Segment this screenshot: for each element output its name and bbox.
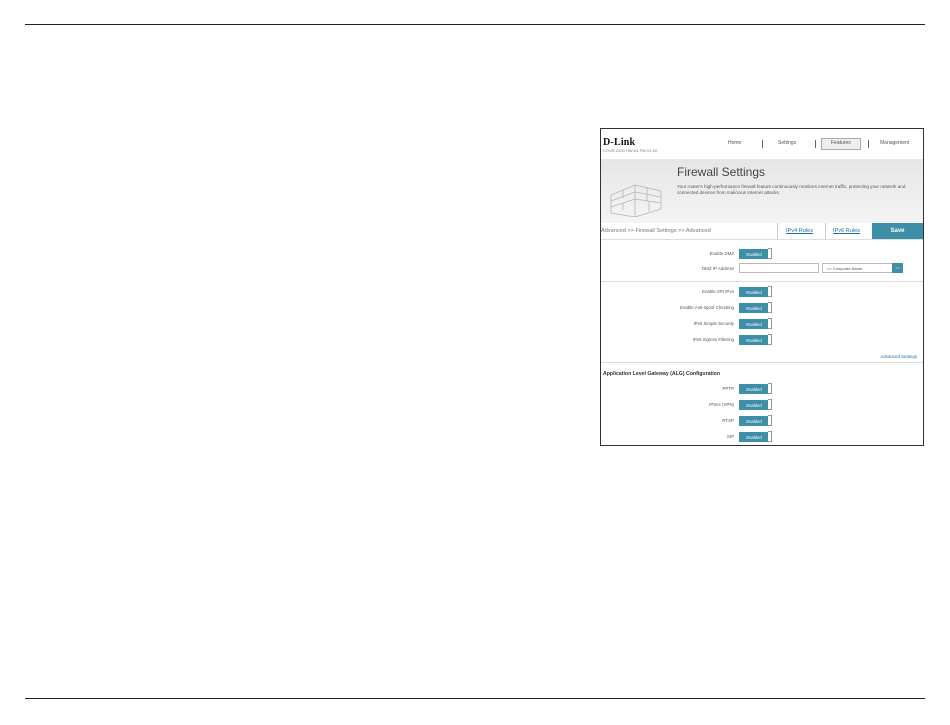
anti-spoof-toggle[interactable]: Enabled bbox=[739, 302, 772, 313]
sip-label: SIP bbox=[726, 434, 734, 439]
nav-settings[interactable]: Settings bbox=[778, 140, 796, 146]
toggle-knob bbox=[768, 399, 772, 410]
toggle-knob bbox=[768, 334, 772, 345]
select-value: << Computer Name bbox=[827, 266, 863, 271]
divider bbox=[601, 239, 923, 240]
rtsp-toggle[interactable]: Enabled bbox=[739, 415, 772, 426]
nav-home[interactable]: Home bbox=[728, 140, 741, 146]
toggle-state: Enabled bbox=[739, 432, 769, 442]
advanced-settings-link[interactable]: Advanced Settings bbox=[880, 354, 917, 359]
toggle-state: Enabled bbox=[739, 335, 769, 345]
firewall-brick-icon bbox=[610, 184, 662, 217]
divider bbox=[601, 362, 923, 363]
page-bottom-rule bbox=[25, 698, 925, 699]
nav-features[interactable]: Features bbox=[831, 140, 851, 146]
toggle-state: Enabled bbox=[739, 303, 769, 313]
sip-toggle[interactable]: Enabled bbox=[739, 431, 772, 442]
save-button[interactable]: Save bbox=[872, 223, 923, 239]
page-title: Firewall Settings bbox=[677, 165, 766, 179]
page-description: Your router's high-performance firewall … bbox=[677, 184, 906, 195]
model-info: COVR-2200 HW:A1 FW:V1.00 bbox=[603, 148, 658, 153]
rtsp-label: RTSP bbox=[722, 418, 734, 423]
toggle-state: Enabled bbox=[739, 249, 769, 259]
top-bar: D-Link COVR-2200 HW:A1 FW:V1.00 Home Set… bbox=[601, 129, 923, 159]
page-top-rule bbox=[25, 24, 925, 25]
router-ui-screenshot: D-Link COVR-2200 HW:A1 FW:V1.00 Home Set… bbox=[600, 128, 924, 446]
nav-divider bbox=[815, 140, 816, 148]
spi-ipv4-label: Enable SPI IPv4 bbox=[702, 289, 734, 294]
dlink-logo: D-Link bbox=[603, 137, 636, 148]
dmz-ip-label: DMZ IP Address bbox=[702, 266, 734, 271]
ipsec-toggle[interactable]: Enabled bbox=[739, 399, 772, 410]
computer-name-select[interactable]: << Computer Name ⌵ bbox=[822, 263, 903, 273]
toggle-knob bbox=[768, 248, 772, 259]
ipsec-label: IPSec (VPN) bbox=[709, 402, 734, 407]
chevron-down-icon: ⌵ bbox=[892, 263, 903, 273]
tab-divider bbox=[777, 223, 778, 239]
nav-management[interactable]: Management bbox=[880, 140, 909, 146]
ipv6-ingress-label: IPv6 Ingress Filtering bbox=[692, 337, 734, 342]
dmz-ip-input[interactable] bbox=[739, 263, 819, 273]
alg-section-title: Application Level Gateway (ALG) Configur… bbox=[603, 371, 721, 377]
divider bbox=[601, 281, 923, 282]
ipv6-simple-security-toggle[interactable]: Enabled bbox=[739, 318, 772, 329]
breadcrumb: Advanced >> Firewall Settings >> Advance… bbox=[601, 228, 711, 234]
page-banner: Firewall Settings Your router's high-per… bbox=[601, 159, 923, 223]
toggle-state: Enabled bbox=[739, 416, 769, 426]
ipv6-simple-security-label: IPv6 Simple Security bbox=[693, 321, 734, 326]
toggle-state: Enabled bbox=[739, 400, 769, 410]
toggle-state: Enabled bbox=[739, 287, 769, 297]
tab-divider bbox=[825, 223, 826, 239]
pptp-toggle[interactable]: Enabled bbox=[739, 383, 772, 394]
tab-ipv4-rules[interactable]: IPv4 Rules bbox=[786, 228, 813, 234]
pptp-label: PPTP bbox=[722, 386, 734, 391]
toggle-knob bbox=[768, 318, 772, 329]
toggle-state: Enabled bbox=[739, 319, 769, 329]
anti-spoof-label: Enable Anti-spoof Checking bbox=[680, 305, 734, 310]
toggle-state: Enabled bbox=[739, 384, 769, 394]
enable-dmz-label: Enable DMZ bbox=[709, 251, 734, 256]
nav-divider bbox=[762, 140, 763, 148]
enable-dmz-toggle[interactable]: Enabled bbox=[739, 248, 772, 259]
toggle-knob bbox=[768, 383, 772, 394]
toggle-knob bbox=[768, 302, 772, 313]
toggle-knob bbox=[768, 286, 772, 297]
tab-ipv6-rules[interactable]: IPv6 Rules bbox=[833, 228, 860, 234]
spi-ipv4-toggle[interactable]: Enabled bbox=[739, 286, 772, 297]
ipv6-ingress-toggle[interactable]: Enabled bbox=[739, 334, 772, 345]
toggle-knob bbox=[768, 431, 772, 442]
nav-divider bbox=[868, 140, 869, 148]
toggle-knob bbox=[768, 415, 772, 426]
